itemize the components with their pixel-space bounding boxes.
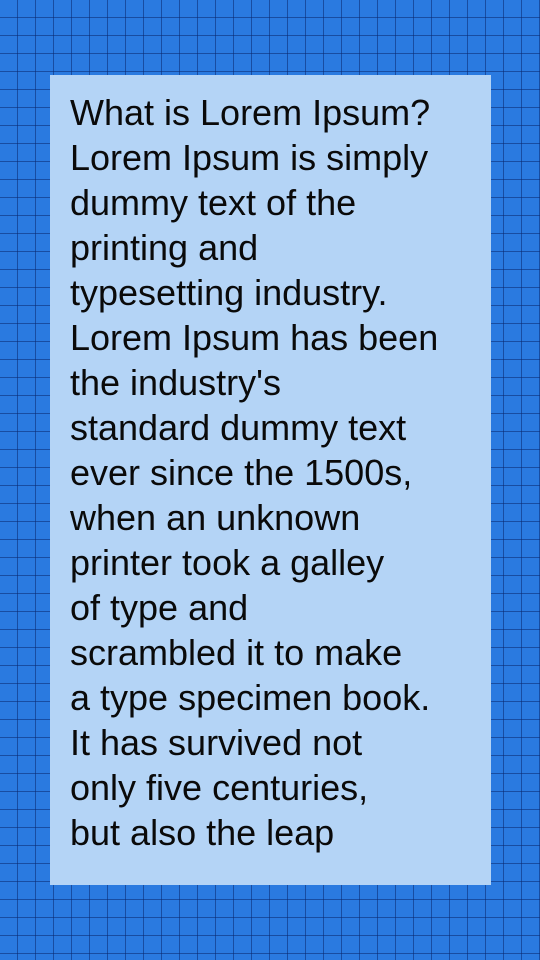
text-line: dummy text of the <box>70 182 357 223</box>
text-line: typesetting industry. <box>70 272 388 313</box>
text-line: standard dummy text <box>70 407 407 448</box>
text-line: a type specimen book. <box>70 677 431 718</box>
text-line: Lorem Ipsum is simply <box>70 137 429 178</box>
text-line: only five centuries, <box>70 767 369 808</box>
text-line: It has survived not <box>70 722 363 763</box>
text-line: Lorem Ipsum has been <box>70 317 439 358</box>
text-line: but also the leap <box>70 812 335 853</box>
text-line: scrambled it to make <box>70 632 403 673</box>
text-line: printing and <box>70 227 259 268</box>
text-card: What is Lorem Ipsum? Lorem Ipsum is simp… <box>50 75 491 885</box>
text-line: when an unknown <box>70 497 361 538</box>
text-line: of type and <box>70 587 249 628</box>
card-heading: What is Lorem Ipsum? <box>70 92 431 133</box>
text-line: printer took a galley <box>70 542 385 583</box>
grid-background: { "card": { "lines": [ "What is Lorem Ip… <box>0 0 540 960</box>
text-line: ever since the 1500s, <box>70 452 413 493</box>
text-line: the industry's <box>70 362 281 403</box>
